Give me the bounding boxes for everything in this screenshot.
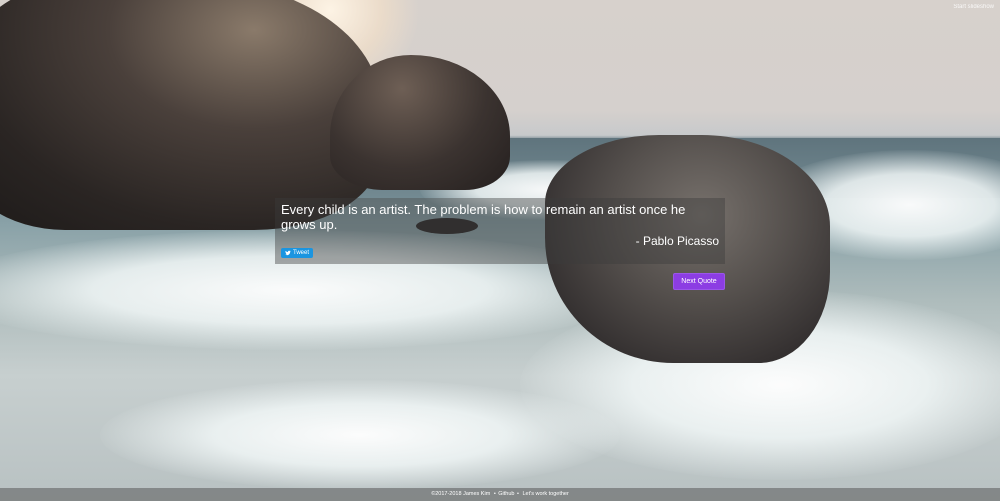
github-link[interactable]: Github (498, 491, 514, 497)
tweet-label: Tweet (293, 250, 310, 256)
footer-copyright: ©2017-2018 James Kim (431, 491, 491, 497)
rock-middle (330, 55, 510, 190)
quote-author: - Pablo Picasso (635, 234, 719, 248)
start-slideshow-link[interactable]: Start slideshow (953, 4, 994, 10)
footer-tagline: Let's work together (522, 491, 569, 497)
tweet-button[interactable]: Tweet (281, 248, 314, 258)
next-quote-button[interactable]: Next Quote (673, 273, 725, 290)
twitter-bird-icon (285, 250, 291, 256)
footer-separator: • (493, 491, 496, 497)
wave-foam (100, 380, 620, 490)
rock-left (0, 0, 380, 230)
quote-box: Every child is an artist. The problem is… (275, 198, 725, 264)
quote-text: Every child is an artist. The problem is… (281, 202, 686, 232)
footer: ©2017-2018 James Kim • Github • Let's wo… (0, 488, 1000, 501)
footer-separator: • (517, 491, 519, 497)
